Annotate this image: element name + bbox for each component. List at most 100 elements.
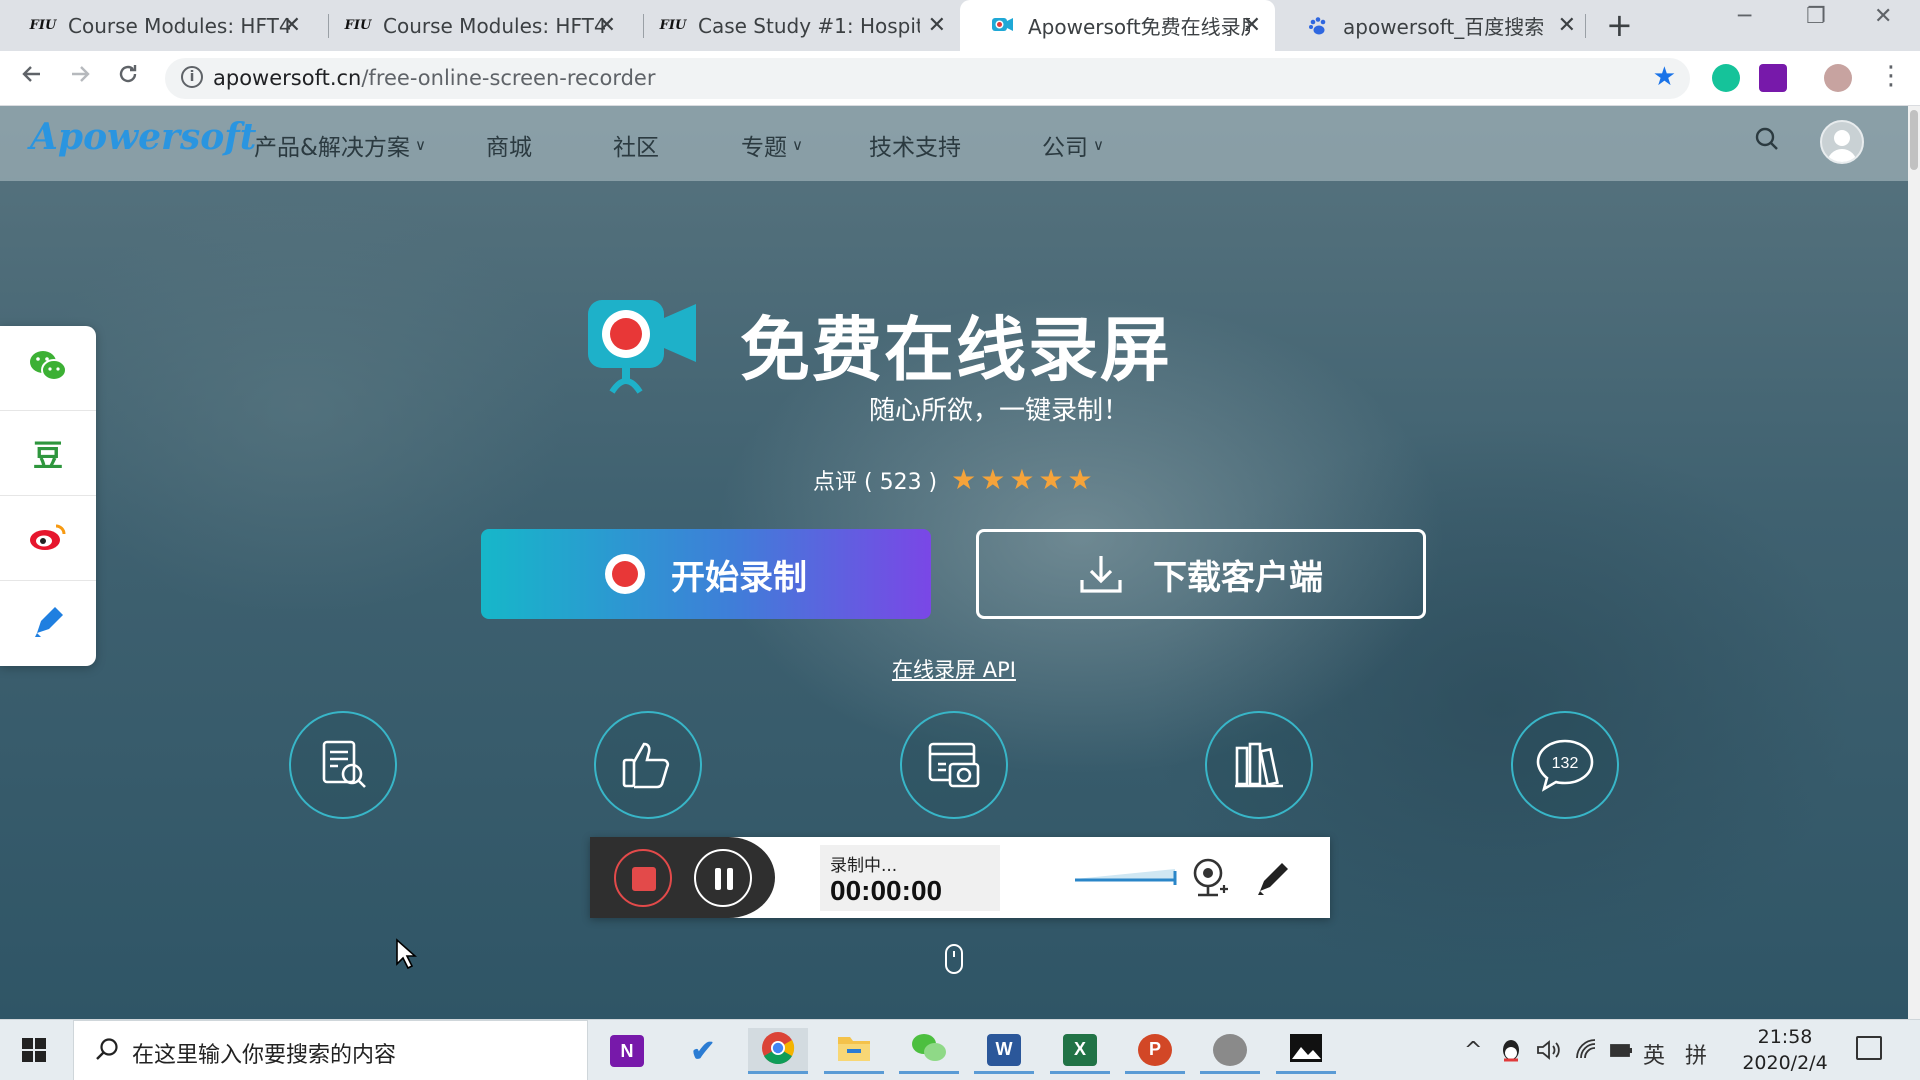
wechat-icon — [910, 1032, 948, 1068]
recorder-camera-icon — [586, 296, 698, 396]
nav-label: 社区 — [613, 135, 659, 161]
back-icon[interactable] — [20, 62, 44, 93]
online-recorder-api-link[interactable]: 在线录屏 API — [0, 654, 1908, 684]
scroll-down-mouse-icon[interactable] — [945, 944, 963, 974]
feature-search-document[interactable] — [289, 711, 397, 819]
taskbar-photos[interactable] — [1276, 1028, 1336, 1074]
restore-icon[interactable]: ❐ — [1806, 4, 1826, 29]
volume-icon[interactable] — [1535, 1038, 1561, 1068]
address-bar[interactable]: i apowersoft.cn/free-online-screen-recor… — [165, 58, 1690, 99]
taskbar-app-avatar[interactable] — [1200, 1028, 1260, 1074]
apowersoft-logo[interactable]: Apowersoft — [30, 116, 256, 158]
rating-label[interactable]: 点评 ( 523 ) — [813, 464, 937, 496]
taskbar-wechat[interactable] — [899, 1028, 959, 1074]
network-wifi-icon[interactable] — [1574, 1038, 1600, 1068]
star-rating-icon: ★★★★★ — [951, 463, 1097, 496]
close-icon[interactable]: ✕ — [598, 13, 616, 38]
taskbar-powerpoint[interactable]: P — [1125, 1028, 1185, 1074]
taskbar-todo[interactable]: ✔ — [673, 1028, 733, 1074]
volume-slider[interactable] — [1075, 867, 1177, 891]
ime-mode-indicator[interactable]: 拼 — [1685, 1038, 1707, 1070]
share-sidebar: 豆 — [0, 326, 96, 666]
stop-button[interactable] — [614, 849, 672, 907]
nav-community[interactable]: 社区 — [613, 128, 659, 162]
window-close-icon[interactable]: ✕ — [1874, 4, 1892, 29]
record-icon — [605, 554, 645, 594]
tab-case-study[interactable]: FIU Case Study #1: Hospitality ✕ — [630, 0, 960, 51]
nav-store[interactable]: 商城 — [486, 128, 532, 162]
nav-label: 商城 — [486, 135, 532, 161]
search-icon[interactable] — [1754, 126, 1780, 152]
site-info-icon[interactable]: i — [181, 66, 203, 88]
taskbar-search-box[interactable]: 在这里输入你要搜索的内容 — [73, 1020, 588, 1080]
download-client-button[interactable]: 下载客户端 — [976, 529, 1426, 619]
page-scrollbar[interactable] — [1908, 106, 1920, 1019]
taskbar-file-explorer[interactable] — [824, 1028, 884, 1074]
tray-overflow-icon[interactable]: ^ — [1464, 1038, 1482, 1063]
menu-icon[interactable]: ⋮ — [1878, 61, 1904, 91]
douban-icon: 豆 — [33, 439, 63, 474]
url-text: apowersoft.cn/free-online-screen-recorde… — [213, 66, 655, 90]
feature-thumbs-up[interactable] — [594, 711, 702, 819]
chevron-down-icon: ∨ — [792, 136, 803, 154]
hero-title: 免费在线录屏 — [740, 309, 1172, 391]
recording-toolbar: 录制中... 00:00:00 — [590, 837, 1330, 918]
feature-comments[interactable]: 132 — [1511, 711, 1619, 819]
taskbar-word[interactable]: W — [974, 1028, 1034, 1074]
browser-toolbar: i apowersoft.cn/free-online-screen-recor… — [0, 51, 1920, 106]
qq-tray-icon[interactable] — [1500, 1038, 1522, 1070]
close-icon[interactable]: ✕ — [928, 13, 946, 38]
chevron-down-icon: ∨ — [1093, 136, 1104, 154]
thumbs-up-icon — [622, 742, 670, 789]
scrollbar-thumb[interactable] — [1910, 110, 1918, 170]
reload-icon[interactable] — [116, 62, 140, 93]
recording-status: 录制中... 00:00:00 — [820, 845, 1000, 911]
grammarly-icon[interactable] — [1712, 64, 1740, 92]
api-link-text[interactable]: 在线录屏 API — [892, 658, 1016, 682]
notification-center-icon[interactable] — [1856, 1036, 1882, 1060]
windows-start-icon[interactable] — [22, 1038, 46, 1066]
onenote-clipper-icon[interactable] — [1759, 64, 1787, 92]
close-icon[interactable]: ✕ — [1243, 13, 1261, 38]
tab-course-modules-1[interactable]: FIU Course Modules: HFT441 ✕ — [0, 0, 315, 51]
mouse-cursor-icon — [395, 938, 418, 974]
taskbar-onenote[interactable]: N — [597, 1028, 657, 1074]
windows-taskbar: 在这里输入你要搜索的内容 N ✔ W X P ^ 英 拼 21:58 2020/… — [0, 1019, 1920, 1080]
close-icon[interactable]: ✕ — [283, 13, 301, 38]
avatar-body — [1827, 149, 1857, 162]
close-icon[interactable]: ✕ — [1558, 13, 1576, 38]
tab-course-modules-2[interactable]: FIU Course Modules: HFT447 ✕ — [315, 0, 630, 51]
nav-products[interactable]: 产品&解决方案 ∨ — [254, 128, 426, 162]
minimize-icon[interactable]: ─ — [1738, 4, 1751, 29]
search-document-icon — [322, 740, 366, 788]
books-icon — [1235, 742, 1283, 788]
user-avatar[interactable] — [1820, 120, 1864, 164]
webcam-icon[interactable] — [1190, 857, 1230, 903]
share-weibo[interactable] — [0, 496, 96, 581]
ime-language-indicator[interactable]: 英 — [1643, 1038, 1665, 1070]
profile-avatar[interactable] — [1824, 64, 1852, 92]
nav-topics[interactable]: 专题 ∨ — [741, 128, 803, 162]
new-tab-button[interactable]: + — [1606, 6, 1633, 44]
feature-books[interactable] — [1205, 711, 1313, 819]
file-explorer-icon — [837, 1033, 871, 1067]
chat-count-icon: 132 — [1536, 739, 1594, 792]
clock-time: 21:58 — [1757, 1026, 1813, 1048]
feature-screenshot[interactable] — [900, 711, 1008, 819]
start-recording-button[interactable]: 开始录制 — [481, 529, 931, 619]
annotate-pen-icon[interactable] — [1254, 857, 1294, 901]
tab-baidu-search[interactable]: apowersoft_百度搜索 ✕ — [1275, 0, 1590, 51]
taskbar-excel[interactable]: X — [1050, 1028, 1110, 1074]
system-clock[interactable]: 21:58 2020/2/4 — [1740, 1024, 1830, 1076]
tab-apowersoft[interactable]: Apowersoft免费在线录屏 ✕ — [960, 0, 1275, 51]
bookmark-star-icon[interactable]: ★ — [1653, 62, 1676, 92]
hero-subtitle: 随心所欲，一键录制！ — [868, 396, 1129, 426]
taskbar-chrome[interactable] — [748, 1028, 808, 1074]
pause-button[interactable] — [694, 849, 752, 907]
battery-icon[interactable] — [1608, 1038, 1634, 1068]
forward-icon[interactable] — [68, 62, 92, 93]
nav-company[interactable]: 公司 ∨ — [1042, 128, 1104, 162]
nav-label: 产品&解决方案 — [254, 135, 410, 161]
avatar-head — [1834, 130, 1850, 146]
nav-support[interactable]: 技术支持 — [869, 128, 961, 162]
